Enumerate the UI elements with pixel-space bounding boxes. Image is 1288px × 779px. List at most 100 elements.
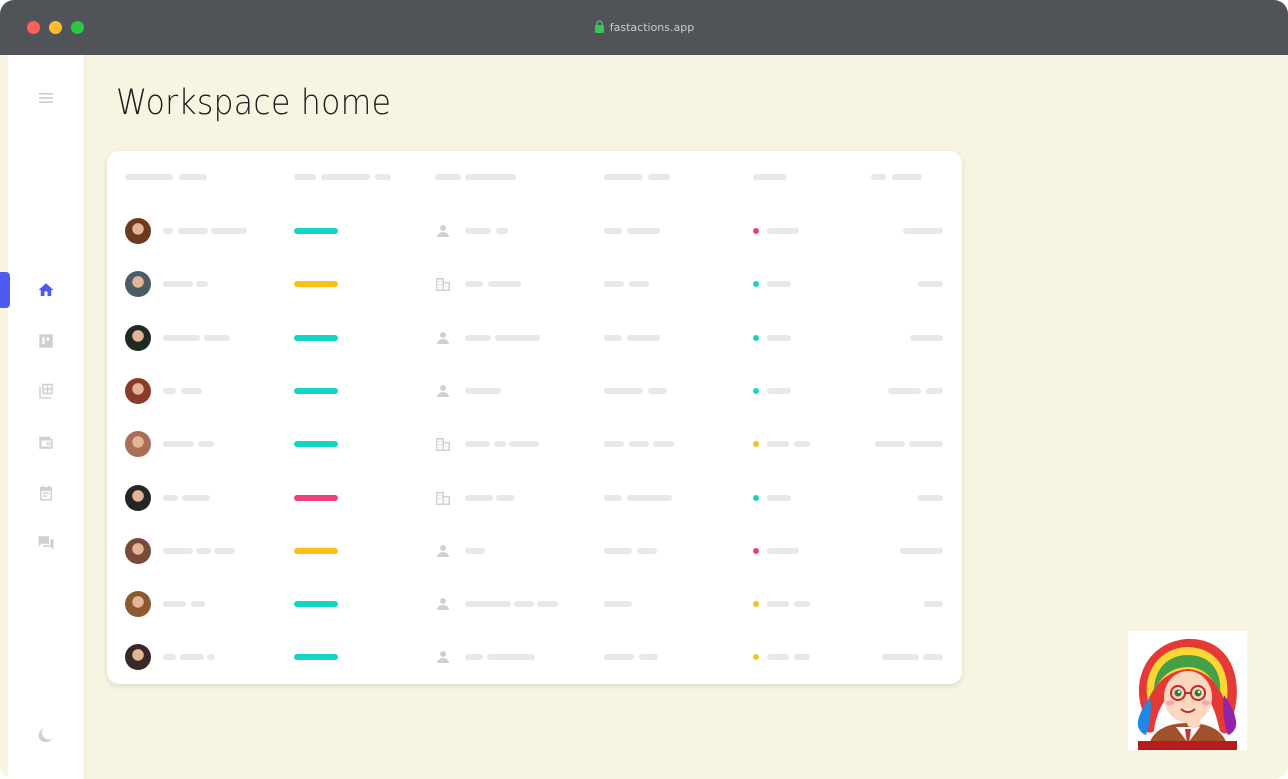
detail-placeholder	[604, 281, 624, 288]
avatar[interactable]	[125, 324, 151, 351]
theme-toggle[interactable]	[34, 723, 58, 747]
calendar-icon	[40, 485, 52, 501]
name-placeholder	[181, 387, 202, 394]
person-icon	[435, 383, 451, 399]
header-placeholder	[604, 174, 643, 180]
person-icon	[435, 223, 451, 239]
detail-placeholder	[627, 228, 660, 234]
sidebar	[8, 55, 85, 779]
type-placeholder	[509, 441, 539, 448]
type-placeholder	[514, 601, 534, 608]
status-dot	[753, 654, 759, 661]
detail-placeholder	[604, 494, 622, 501]
state-placeholder	[767, 494, 791, 501]
browser-titlebar: fastactions.app	[0, 0, 1288, 55]
detail-placeholder	[604, 601, 632, 608]
browser-window: fastactions.app Workspace home	[0, 0, 1288, 779]
status-bar	[294, 494, 338, 501]
person-icon	[435, 543, 451, 559]
sidebar-item-table[interactable]	[34, 380, 58, 404]
name-placeholder	[163, 387, 176, 394]
detail-placeholder	[629, 281, 649, 288]
meta-placeholder	[875, 441, 905, 448]
meta-placeholder	[888, 387, 921, 394]
header-placeholder	[125, 174, 173, 180]
menu-button[interactable]	[34, 86, 58, 110]
avatar[interactable]	[125, 377, 151, 404]
type-placeholder	[487, 654, 535, 661]
detail-placeholder	[637, 547, 657, 554]
status-dot	[753, 494, 759, 501]
header-placeholder	[892, 174, 922, 180]
sidebar-item-board[interactable]	[34, 329, 58, 353]
state-placeholder	[794, 654, 810, 661]
detail-placeholder	[604, 228, 622, 234]
address-url: fastactions.app	[609, 21, 695, 34]
name-placeholder	[163, 654, 176, 661]
header-placeholder	[321, 174, 370, 180]
status-bar	[294, 547, 338, 554]
person-icon	[435, 596, 451, 612]
name-placeholder	[198, 441, 214, 448]
state-placeholder	[767, 654, 789, 661]
name-placeholder	[207, 654, 215, 661]
status-dot	[753, 601, 759, 608]
detail-placeholder	[604, 334, 622, 341]
name-placeholder	[178, 228, 208, 234]
board-icon	[39, 334, 53, 348]
name-placeholder	[180, 654, 204, 661]
meta-placeholder	[918, 281, 943, 288]
type-placeholder	[465, 387, 501, 394]
name-placeholder	[196, 547, 211, 554]
avatar[interactable]	[125, 644, 151, 671]
address-bar[interactable]: fastactions.app	[0, 20, 1288, 34]
sidebar-item-wallet[interactable]	[34, 430, 58, 454]
meta-placeholder	[903, 228, 943, 234]
type-placeholder	[488, 281, 521, 288]
type-placeholder	[494, 441, 506, 448]
type-placeholder	[465, 494, 493, 501]
wallet-icon	[39, 436, 53, 449]
name-placeholder	[204, 334, 230, 341]
type-placeholder	[537, 601, 558, 608]
avatar[interactable]	[125, 591, 151, 618]
name-placeholder	[163, 547, 193, 554]
type-placeholder	[495, 334, 540, 341]
assistant-mascot[interactable]	[1128, 631, 1247, 750]
status-dot	[753, 387, 759, 394]
detail-placeholder	[604, 547, 632, 554]
name-placeholder	[214, 547, 235, 554]
detail-placeholder	[627, 494, 672, 501]
avatar[interactable]	[125, 484, 151, 511]
status-dot	[753, 547, 759, 554]
sidebar-item-calendar[interactable]	[34, 481, 58, 505]
building-icon	[435, 436, 451, 452]
avatar[interactable]	[125, 218, 151, 244]
theme-moon-icon	[38, 727, 53, 743]
detail-placeholder	[653, 441, 674, 448]
meta-placeholder	[910, 334, 943, 341]
detail-placeholder	[629, 441, 649, 448]
header-placeholder	[871, 174, 886, 180]
avatar[interactable]	[125, 271, 151, 298]
type-placeholder	[465, 601, 511, 608]
page-title: Workspace home	[116, 83, 392, 123]
menu-icon	[39, 93, 53, 103]
status-bar	[294, 228, 338, 234]
name-placeholder	[211, 228, 247, 234]
detail-placeholder	[639, 654, 658, 661]
sidebar-item-chat[interactable]	[34, 531, 58, 555]
name-placeholder	[163, 281, 193, 288]
detail-placeholder	[648, 387, 667, 394]
detail-placeholder	[604, 387, 643, 394]
chat-icon	[38, 536, 54, 550]
status-bar	[294, 654, 338, 661]
state-placeholder	[794, 601, 810, 608]
type-placeholder	[465, 547, 485, 554]
avatar[interactable]	[125, 431, 151, 458]
meta-placeholder	[923, 654, 943, 661]
avatar[interactable]	[125, 537, 151, 564]
header-placeholder	[179, 174, 207, 180]
building-icon	[435, 490, 451, 506]
sidebar-item-home[interactable]	[34, 278, 58, 302]
